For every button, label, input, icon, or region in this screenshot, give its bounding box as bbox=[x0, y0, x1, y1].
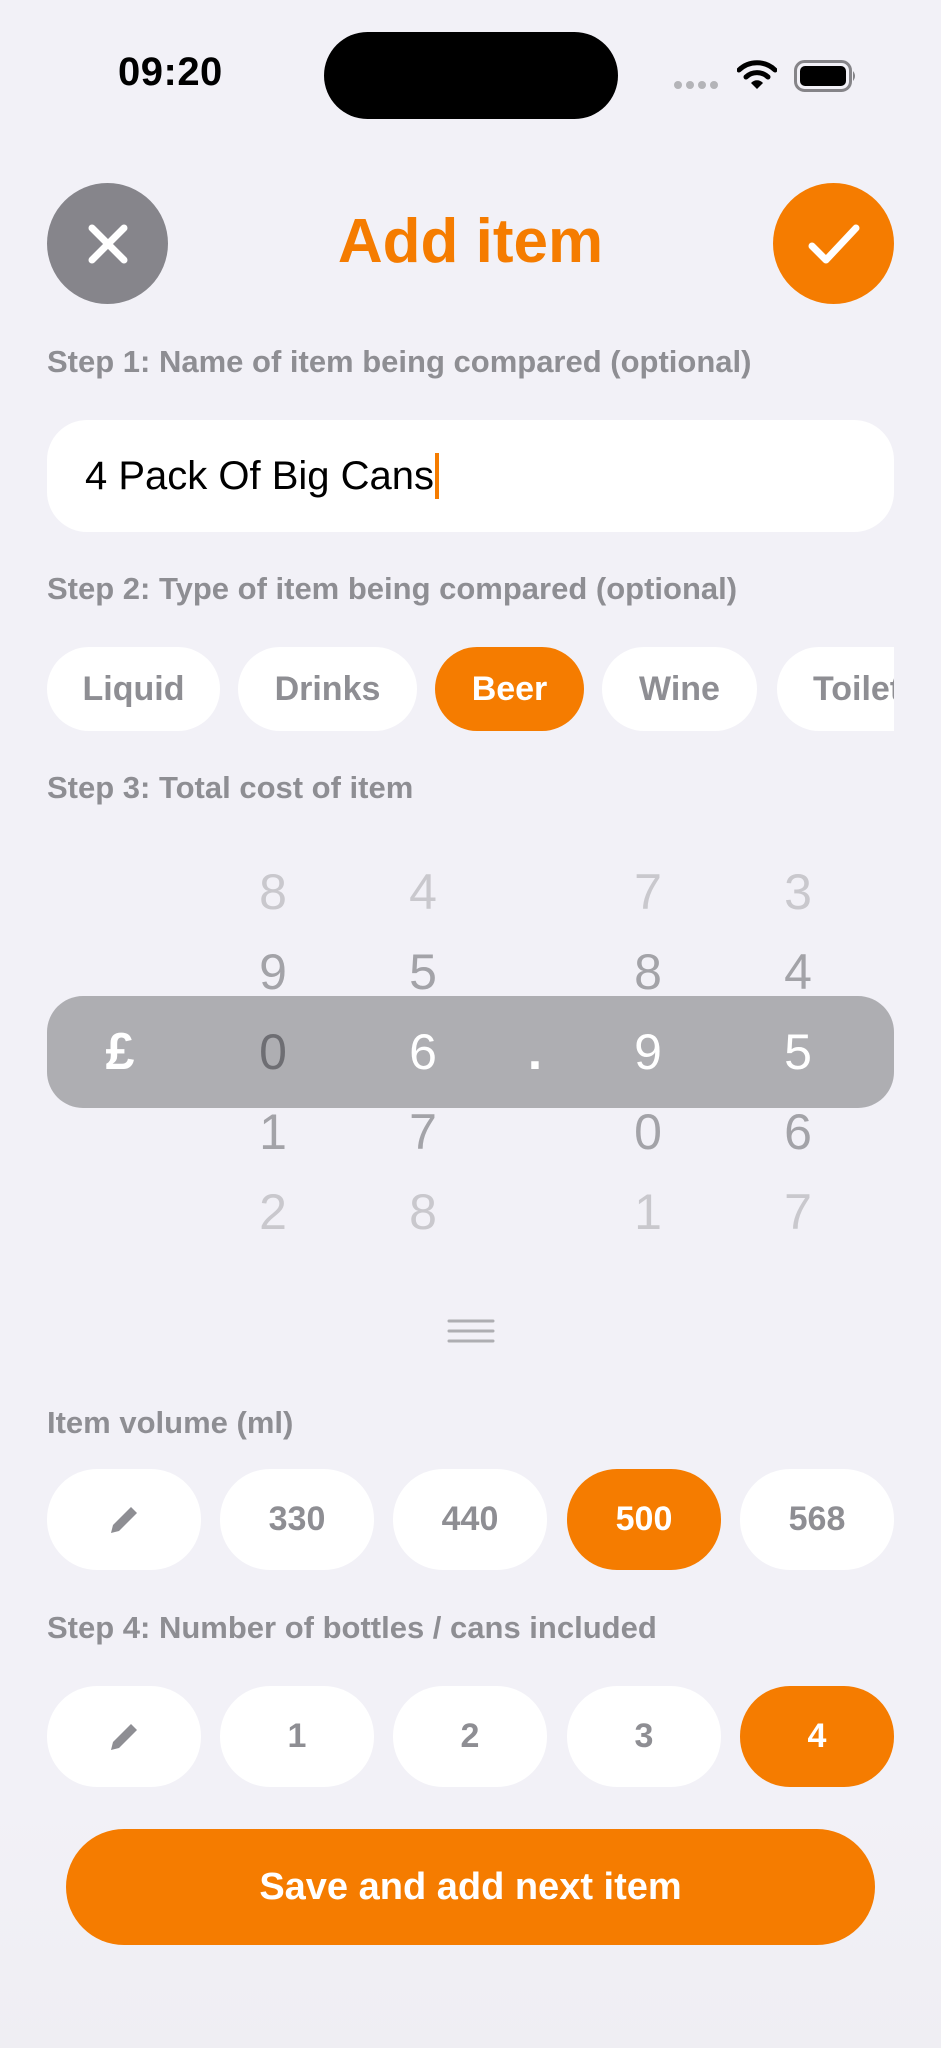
item-name-value: 4 Pack Of Big Cans bbox=[85, 453, 435, 498]
wheel-digit: 8 bbox=[259, 864, 287, 920]
price-digit-wheel-3[interactable]: 7 8 9 0 1 bbox=[608, 852, 688, 1252]
confirm-button[interactable] bbox=[773, 183, 894, 304]
price-digit-wheel-2[interactable]: 4 5 6 7 8 bbox=[383, 852, 463, 1252]
price-digit-wheel-4[interactable]: 3 4 5 6 7 bbox=[758, 852, 838, 1252]
wheel-digit: 6 bbox=[784, 1104, 812, 1160]
pencil-icon bbox=[111, 1506, 137, 1533]
volume-edit-button[interactable] bbox=[47, 1469, 201, 1570]
battery-icon bbox=[794, 60, 855, 92]
count-option-2[interactable]: 2 bbox=[393, 1686, 547, 1787]
type-chip-row[interactable]: Liquid Drinks Beer Wine Toilet bbox=[47, 647, 894, 731]
wheel-digit: 4 bbox=[784, 944, 812, 1000]
wheel-digit: 0 bbox=[634, 1104, 662, 1160]
step2-label: Step 2: Type of item being compared (opt… bbox=[47, 571, 738, 606]
decimal-point: . bbox=[527, 1023, 543, 1081]
wheel-digit: 3 bbox=[784, 864, 812, 920]
wheel-digit-selected: 6 bbox=[409, 1024, 437, 1080]
wheel-digit-selected: 5 bbox=[784, 1024, 812, 1080]
wheel-digit: 8 bbox=[634, 944, 662, 1000]
item-name-input[interactable]: 4 Pack Of Big Cans bbox=[47, 420, 894, 532]
volume-option-500[interactable]: 500 bbox=[567, 1469, 721, 1570]
step1-label: Step 1: Name of item being compared (opt… bbox=[47, 344, 752, 379]
wheel-digit: 7 bbox=[409, 1104, 437, 1160]
count-option-4[interactable]: 4 bbox=[740, 1686, 894, 1787]
wheel-digit: 2 bbox=[259, 1184, 287, 1240]
step4-label: Step 4: Number of bottles / cans include… bbox=[47, 1610, 657, 1645]
type-chip-drinks[interactable]: Drinks bbox=[238, 647, 417, 731]
pencil-icon bbox=[111, 1723, 137, 1750]
wheel-digit: 4 bbox=[409, 864, 437, 920]
drag-handle-icon[interactable] bbox=[447, 1318, 495, 1344]
checkmark-icon bbox=[808, 224, 859, 263]
wheel-digit-selected: 9 bbox=[634, 1024, 662, 1080]
dynamic-island bbox=[324, 32, 618, 119]
wifi-icon bbox=[737, 60, 777, 89]
wheel-digit: 8 bbox=[409, 1184, 437, 1240]
text-caret bbox=[435, 453, 440, 499]
wheel-digit: 7 bbox=[784, 1184, 812, 1240]
count-options-row: 1 2 3 4 bbox=[47, 1686, 894, 1787]
type-chip-beer[interactable]: Beer bbox=[435, 647, 584, 731]
wheel-digit: 5 bbox=[409, 944, 437, 1000]
volume-option-330[interactable]: 330 bbox=[220, 1469, 374, 1570]
status-time: 09:20 bbox=[118, 50, 223, 94]
count-edit-button[interactable] bbox=[47, 1686, 201, 1787]
volume-option-440[interactable]: 440 bbox=[393, 1469, 547, 1570]
save-and-add-next-button[interactable]: Save and add next item bbox=[66, 1829, 875, 1945]
volume-label: Item volume (ml) bbox=[47, 1405, 294, 1440]
wheel-digit: 7 bbox=[634, 864, 662, 920]
wheel-digit: 1 bbox=[259, 1104, 287, 1160]
volume-option-568[interactable]: 568 bbox=[740, 1469, 894, 1570]
wheel-digit-selected: 0 bbox=[259, 1024, 287, 1080]
price-digit-wheel-1[interactable]: 8 9 0 1 2 bbox=[233, 852, 313, 1252]
volume-options-row: 330 440 500 568 bbox=[47, 1469, 894, 1570]
step3-label: Step 3: Total cost of item bbox=[47, 770, 414, 805]
type-chip-wine[interactable]: Wine bbox=[602, 647, 757, 731]
wheel-digit: 9 bbox=[259, 944, 287, 1000]
wheel-digit: 1 bbox=[634, 1184, 662, 1240]
type-chip-toilet[interactable]: Toilet bbox=[777, 647, 894, 731]
currency-symbol: £ bbox=[105, 1023, 135, 1081]
signal-dots-icon bbox=[674, 81, 718, 89]
count-option-1[interactable]: 1 bbox=[220, 1686, 374, 1787]
count-option-3[interactable]: 3 bbox=[567, 1686, 721, 1787]
type-chip-liquid[interactable]: Liquid bbox=[47, 647, 220, 731]
